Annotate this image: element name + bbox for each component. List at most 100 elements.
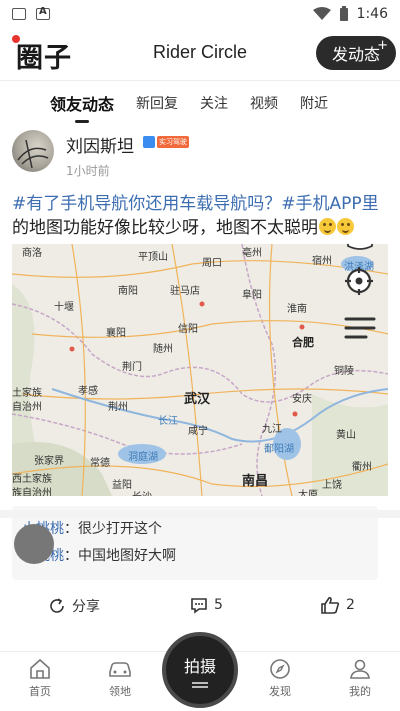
- map-label: 上饶: [322, 480, 342, 491]
- post-actions: 分享 5 2: [0, 590, 400, 626]
- nav-territory[interactable]: 领地: [90, 658, 150, 699]
- post-time: 1小时前: [66, 164, 110, 178]
- map-label: 随州: [153, 344, 173, 355]
- map-label: 驻马店: [170, 286, 200, 297]
- nav-label: 领地: [109, 685, 131, 698]
- status-time: 1:46: [356, 6, 388, 22]
- comment-text: ：很少打开这个: [64, 521, 162, 537]
- map-label: 商洛: [22, 248, 42, 259]
- comment-icon: [191, 598, 207, 614]
- menu-icon: [192, 681, 208, 684]
- nav-discover[interactable]: 发现: [250, 658, 310, 699]
- map-label: 淮南: [287, 304, 307, 315]
- nav-label: 发现: [269, 685, 291, 698]
- grin-emoji-icon: [337, 218, 354, 235]
- map-label: 常德: [90, 458, 110, 469]
- map-label: 南阳: [118, 286, 138, 297]
- comment-button[interactable]: 5: [190, 596, 223, 614]
- map-label: 安庆: [292, 394, 312, 405]
- topic-tag[interactable]: #手机APP里: [281, 194, 378, 214]
- map-label: 九江: [262, 424, 282, 435]
- shoot-button[interactable]: 拍摄: [162, 632, 238, 708]
- map-label: 洞庭湖: [128, 452, 158, 463]
- avatar[interactable]: [14, 524, 54, 564]
- app-header: 圈子 Rider Circle 发动态 +: [0, 28, 400, 80]
- map-label: 铜陵: [334, 366, 354, 377]
- comment-count: 5: [214, 597, 223, 613]
- tab-following[interactable]: 关注: [200, 93, 228, 113]
- gallery-icon: [12, 8, 26, 20]
- locate-icon[interactable]: [344, 266, 382, 304]
- nav-home[interactable]: 首页: [10, 658, 70, 699]
- share-icon: [50, 598, 64, 613]
- post-button[interactable]: 发动态 +: [316, 36, 396, 70]
- post-divider: [0, 510, 400, 518]
- map-label: 亳州: [242, 248, 262, 259]
- map-label: 长江: [158, 416, 178, 427]
- map-label: 张家界: [34, 456, 64, 467]
- map-label: 平顶山: [138, 252, 168, 263]
- share-button[interactable]: 分享: [48, 596, 100, 616]
- shoot-label: 拍摄: [183, 656, 216, 676]
- map-label: 南昌: [242, 474, 269, 489]
- map-label: 族自治州: [12, 488, 52, 496]
- post-map-image[interactable]: 商洛 平顶山 周口 亳州 宿州 洪泽湖 南阳 驻马店 阜阳 淮南 十堰 信阳 襄…: [12, 244, 388, 496]
- tab-new-replies[interactable]: 新回复: [136, 93, 178, 113]
- nav-profile[interactable]: 我的: [330, 658, 390, 699]
- post-text[interactable]: #有了手机导航你还用车载导航吗？#手机APP里的地图功能好像比较少呀，地图不太聪…: [12, 192, 390, 240]
- menu-icon[interactable]: [344, 316, 382, 354]
- map-label: 十堰: [54, 302, 74, 313]
- map-label: 益阳: [112, 480, 132, 491]
- map-label: 周口: [202, 258, 222, 269]
- comment-item: 小桃桃：很少打开这个: [22, 516, 368, 543]
- like-count: 2: [346, 597, 355, 613]
- status-bar: 1:46: [0, 0, 400, 28]
- like-button[interactable]: 2: [320, 596, 355, 614]
- shirt-icon: [143, 136, 155, 148]
- map-label: 西土家族: [12, 474, 52, 485]
- post-body: 的地图功能好像比较少呀，地图不太聪明: [12, 218, 318, 238]
- header-divider: [0, 80, 400, 81]
- topic-tag[interactable]: #有了手机导航你还用车载导航吗？: [12, 194, 281, 214]
- plus-icon: +: [377, 38, 388, 53]
- nav-label: 我的: [349, 685, 371, 698]
- share-label: 分享: [72, 599, 100, 615]
- comment-item: 小桃桃：中国地图好大啊: [22, 543, 368, 570]
- map-label: 自治州: [12, 402, 42, 413]
- font-icon: [36, 6, 50, 20]
- map-label: 武汉: [184, 392, 211, 407]
- map-label: 太原: [298, 490, 318, 496]
- map-label: 咸宁: [188, 426, 208, 437]
- map-label: 土家族: [12, 388, 42, 399]
- car-icon: [109, 662, 131, 677]
- map-label: 阜阳: [242, 290, 262, 301]
- battery-icon: [339, 6, 348, 21]
- map-label: 合肥: [292, 336, 314, 349]
- user-icon: [350, 659, 370, 679]
- map-label: 信阳: [178, 324, 198, 335]
- map-label: 孝感: [78, 386, 98, 397]
- map-label: 黄山: [336, 430, 356, 441]
- tab-video[interactable]: 视频: [250, 93, 278, 113]
- tab-friends-feed[interactable]: 领友动态: [50, 91, 114, 123]
- post-username[interactable]: 刘因斯坦: [66, 132, 134, 157]
- grin-emoji-icon: [319, 218, 336, 235]
- map-label: 长沙: [132, 488, 152, 496]
- map-label: 襄阳: [106, 328, 126, 339]
- map-graphic: [12, 244, 388, 496]
- compass-icon: [270, 659, 290, 679]
- map-label: 荆门: [122, 362, 142, 373]
- tab-bar: 领友动态 新回复 关注 视频 附近: [0, 88, 400, 123]
- thumbs-up-icon: [321, 596, 340, 614]
- tab-nearby[interactable]: 附近: [300, 93, 328, 113]
- avatar[interactable]: [12, 130, 54, 172]
- map-label: 衢州: [352, 462, 372, 473]
- wifi-icon: [312, 7, 331, 20]
- map-label: 荆州: [108, 402, 128, 413]
- home-icon: [30, 658, 50, 679]
- nav-label: 首页: [29, 685, 51, 698]
- status-badge: 实习驾驶: [157, 136, 189, 148]
- comment-text: ：中国地图好大啊: [64, 548, 176, 564]
- map-label: 宿州: [312, 256, 332, 267]
- map-label: 鄱阳湖: [264, 444, 294, 455]
